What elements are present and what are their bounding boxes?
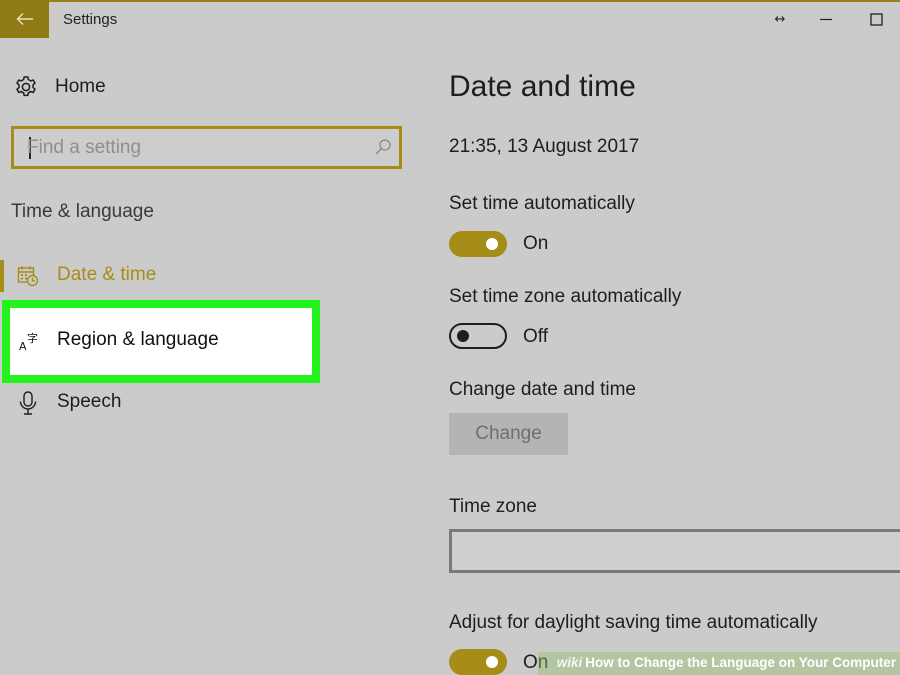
toggle-knob [486,656,498,668]
set-time-auto-state: On [523,233,549,254]
sidebar-item-label: Region & language [57,329,219,350]
toggle-knob [457,329,469,342]
change-date-time-label: Change date and time [449,379,636,400]
language-icon: A 字 [19,330,41,352]
set-timezone-auto-label: Set time zone automatically [449,286,682,307]
set-timezone-auto-state: Off [523,326,548,347]
page-title: Date and time [449,70,636,103]
time-zone-dropdown[interactable] [449,529,900,573]
time-zone-label: Time zone [449,496,537,517]
set-time-auto-label: Set time automatically [449,193,635,214]
back-arrow-icon [16,13,33,25]
selection-indicator [0,260,4,292]
title-bar: Settings ↔ [0,0,900,38]
sidebar-item-region-language[interactable]: A 字 Region & language [2,300,320,383]
watermark-text: wiki How to Change the Language on Your C… [557,655,896,670]
resize-indicator[interactable]: ↔ [766,6,794,32]
svg-text:字: 字 [27,331,38,345]
maximize-button[interactable] [862,6,890,32]
watermark-brand: wiki [556,655,583,670]
change-button[interactable]: Change [449,413,568,455]
current-datetime: 21:35, 13 August 2017 [449,136,640,157]
sidebar-item-label: Speech [57,391,122,412]
minimize-icon [820,18,832,21]
sidebar-item-speech[interactable]: Speech [0,379,320,427]
window-title: Settings [63,11,118,28]
daylight-saving-label: Adjust for daylight saving time automati… [449,612,818,633]
minimize-button[interactable] [812,6,840,32]
sidebar-item-label: Date & time [57,264,157,285]
maximize-icon [869,12,883,26]
sidebar-item-date-time[interactable]: Date & time [0,252,320,300]
title-bar-accent-line [0,0,900,2]
daylight-saving-toggle[interactable] [449,649,507,675]
home-label: Home [55,76,106,97]
svg-text:A: A [19,340,27,352]
gear-icon [16,76,36,97]
microphone-icon [17,391,39,415]
search-box[interactable] [11,126,402,169]
set-time-auto-toggle[interactable] [449,231,507,257]
search-input[interactable] [27,135,357,161]
back-button[interactable] [0,0,49,38]
watermark-caption: How to Change the Language on Your Compu… [585,655,896,670]
section-heading: Time & language [11,201,154,222]
set-timezone-auto-toggle[interactable] [449,323,507,349]
calendar-clock-icon [17,265,39,287]
watermark: wiki How to Change the Language on Your C… [538,652,900,675]
search-icon[interactable] [374,138,392,156]
toggle-knob [486,238,498,250]
home-nav-item[interactable]: Home [14,72,314,102]
